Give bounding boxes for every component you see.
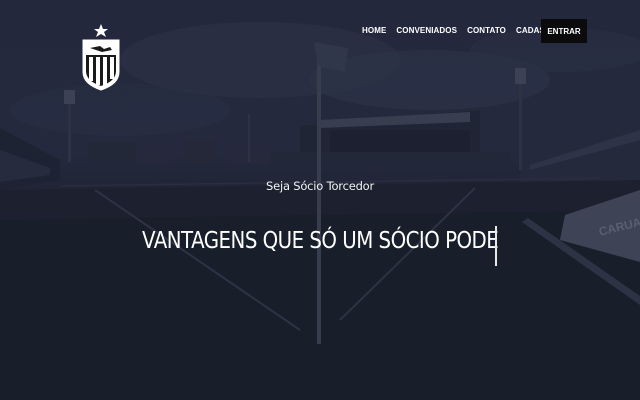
typing-caret — [495, 226, 497, 266]
nav-home[interactable]: HOME — [362, 26, 386, 35]
nav-conveniados[interactable]: CONVENIADOS — [396, 26, 457, 35]
nav-contato[interactable]: CONTATO — [467, 26, 506, 35]
hero-headline: VANTAGENS QUE SÓ UM SÓCIO PODE — [141, 228, 499, 254]
hero-subtitle: Seja Sócio Torcedor — [265, 179, 375, 193]
login-button[interactable]: ENTRAR — [541, 19, 587, 43]
club-crest-icon — [82, 24, 120, 91]
club-logo[interactable] — [80, 24, 122, 92]
hero-headline-wrap: VANTAGENS QUE SÓ UM SÓCIO PODE — [0, 228, 640, 254]
